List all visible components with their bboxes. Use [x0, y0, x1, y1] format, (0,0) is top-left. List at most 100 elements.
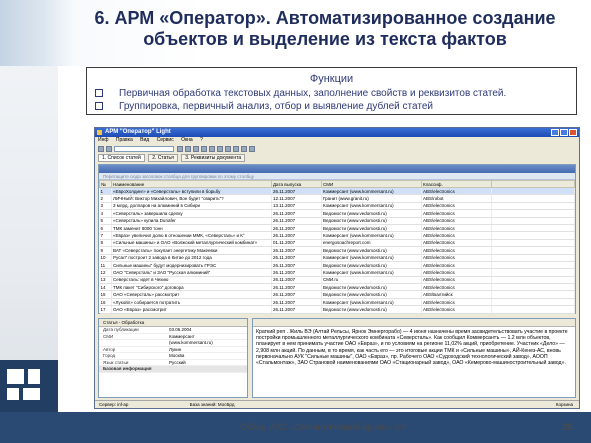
table-row[interactable]: 4 «Северсталь» завершила сделку 26.11.2007… — [99, 209, 575, 218]
toolbar-icon[interactable] — [106, 146, 112, 152]
table-cell: Коммерсант (www.kommersant.ru) — [321, 268, 422, 277]
toolbar-icon[interactable] — [98, 146, 104, 152]
property-value: Москва — [169, 353, 185, 358]
tab-article[interactable]: 2. Статья — [148, 154, 178, 162]
table-row[interactable]: 7 «Евраз» увеличил долю в отношении ММК, … — [99, 231, 575, 240]
table-cell: ABS\electronics — [421, 202, 492, 211]
article-text[interactable]: Краткий реп . Жиль ВЭ (Алтай Рельсы, Ярн… — [253, 327, 575, 368]
table-cell: 16 — [99, 298, 112, 307]
table-cell: ABS\electronics — [421, 224, 492, 233]
menu-item[interactable]: Правка — [116, 137, 133, 143]
table-cell: 26.11.2007 — [271, 261, 322, 270]
toolbar-icon[interactable] — [241, 146, 247, 152]
table-cell: «Северсталь» купила Dunafer — [111, 217, 272, 225]
logo-icon — [7, 369, 47, 407]
toolbar-icon[interactable] — [177, 146, 183, 152]
table-cell: «Лукойл» собирается потратить — [111, 298, 272, 307]
toolbar-icon[interactable] — [185, 146, 191, 152]
maximize-button[interactable] — [560, 129, 568, 136]
menu-item[interactable]: Окна — [181, 137, 193, 143]
toolbar — [95, 144, 579, 154]
col-header[interactable]: Дата выпуска — [271, 180, 322, 188]
menu-item[interactable]: Инф — [98, 137, 108, 143]
tab-article-list[interactable]: 1. Список статей — [98, 154, 145, 162]
table-cell: ABS\electronics — [421, 298, 492, 307]
table-cell: 10 — [99, 254, 112, 262]
table-cell: 26.11.2007 — [271, 187, 322, 196]
status-bar: Сервер: inf-ap База знаний: МосБрд Корзи… — [95, 400, 579, 408]
col-header[interactable]: Классиф. — [421, 180, 492, 188]
table-row[interactable]: 11 Сильные машины" будут модернизировать … — [99, 261, 575, 270]
table-row[interactable]: 10 Русал" построит 2 завода в Китае до 20… — [99, 254, 575, 262]
table-cell: Коммерсант (www.kommersant.ru) — [321, 187, 422, 196]
group-panel[interactable]: Перетащите сюда заголовок столбца для гр… — [99, 173, 575, 180]
table-cell: ОАО «Евраз» рассмотрит — [111, 305, 272, 314]
table-cell: Ведомости (www.vedomosti.ru) — [321, 246, 422, 255]
properties-toolbar: Статья - Обработка — [99, 319, 247, 327]
table-row[interactable]: 6 ТМК заменит 8000 тонн 26.11.2007 Ведомост… — [99, 224, 575, 233]
table-row[interactable]: 2 ЛИЧНЫЙ: Виктор Михайлович, Вон будет "с… — [99, 194, 575, 203]
col-header[interactable]: № — [99, 180, 112, 188]
table-cell: 26.11.2007 — [271, 231, 322, 240]
table-cell: ABS\electronics — [421, 283, 492, 292]
table-row[interactable]: 16 «Лукойл» собирается потратить 26.11.200… — [99, 298, 575, 307]
table-row[interactable]: 14 ТМК пакет "Сибирского" договора 26.11.2… — [99, 283, 575, 292]
property-section[interactable]: Базовая информация — [99, 366, 247, 373]
table-cell: 3 — [99, 202, 112, 211]
table-cell: 26.11.2007 — [271, 305, 322, 314]
table-cell: ABS\electronics — [421, 187, 492, 196]
col-header[interactable]: СМИ — [321, 180, 422, 188]
table-row[interactable]: 33 млрд. долларов на алюминий в Сибири 13… — [99, 202, 575, 211]
col-header[interactable]: Наименование — [111, 180, 272, 188]
menu-item[interactable]: ? — [200, 137, 203, 143]
table-cell: ABS\electronics — [421, 305, 492, 314]
table-cell: Ведомости (www.vedomosti.ru) — [321, 209, 422, 218]
table-row[interactable]: 9 ВАТ «Северсталь» покупает энергетику Ма… — [99, 246, 575, 255]
table-row[interactable]: 15 ОАО «Северсталь» рассмотрит 26.11.2007 В… — [99, 290, 575, 299]
table-cell: Ведомости (www.vedomosti.ru) — [321, 217, 422, 225]
toolbar-icon[interactable] — [233, 146, 239, 152]
toolbar-icon[interactable] — [249, 146, 255, 152]
table-row[interactable]: 5 «Северсталь» купила Dunafer 26.11.2007 Ве… — [99, 217, 575, 225]
table-cell: 26.11.2007 — [271, 254, 322, 262]
table-cell: ТМК заменит 8000 тонн — [111, 224, 272, 233]
toolbar-icon[interactable] — [209, 146, 215, 152]
property-value: Русский — [169, 359, 186, 365]
slide-title: 6. АРМ «Оператор». Автоматизированное со… — [94, 8, 556, 49]
table-cell: ABS\electronics — [421, 209, 492, 218]
article-table: № Наименование Дата выпуска СМИ Классиф.… — [99, 180, 575, 314]
menu-item[interactable]: Вид — [140, 137, 149, 143]
checkbox-icon — [95, 102, 103, 110]
table-row[interactable]: 8 «Сильные машины» и ОАО «Волжский металл… — [99, 239, 575, 248]
table-cell: Ведомости (www.vedomosti.ru) — [321, 224, 422, 233]
toolbar-icon[interactable] — [201, 146, 207, 152]
table-row[interactable]: 13 Северсталь: идет в Чехию 26.11.2007 СМИ.… — [99, 276, 575, 285]
minimize-button[interactable] — [551, 129, 559, 136]
table-cell: 12.11.2007 — [271, 194, 322, 203]
table-row[interactable]: 1 «ЕвроХолдинг» и «Северсталь» вступили в… — [99, 187, 575, 196]
table-cell: ABS\electronics — [421, 261, 492, 270]
table-cell: ТМК пакет "Сибирского" договора — [111, 283, 272, 292]
type-dropdown[interactable] — [114, 146, 174, 152]
table-row[interactable]: 12 ОАО "Северсталь" и ЗАО "Русская алюмин… — [99, 268, 575, 277]
article-text-panel: Краткий реп . Жиль ВЭ (Алтай Рельсы, Ярн… — [252, 318, 576, 398]
menu-item[interactable]: Сервис — [157, 137, 174, 143]
app-window: АРМ "Оператор" Light Инф Правка Вид Серв… — [94, 127, 580, 409]
tab-document-props[interactable]: 3. Реквизиты документа — [181, 154, 246, 162]
toolbar-icon[interactable] — [225, 146, 231, 152]
table-cell: ЛИЧНЫЙ: Виктор Михайлович, Вон будет "св… — [111, 194, 272, 203]
table-cell: «ЕвроХолдинг» и «Северсталь» вступили в … — [111, 187, 272, 196]
table-cell: ABS\electronics — [421, 217, 492, 225]
property-key — [99, 340, 169, 346]
table-cell: 13.11.2007 — [271, 202, 322, 211]
article-list-pane: Перетащите сюда заголовок столбца для гр… — [98, 164, 576, 314]
toolbar-icon[interactable] — [193, 146, 199, 152]
table-cell: СМИ.ru — [321, 276, 422, 285]
close-button[interactable] — [569, 129, 577, 136]
toolbar-icon[interactable] — [217, 146, 223, 152]
table-cell: 14 — [99, 283, 112, 292]
table-row[interactable]: 17 ОАО «Евраз» рассмотрит 26.11.2007 Ведомо… — [99, 305, 575, 314]
table-cell: 26.11.2007 — [271, 290, 322, 299]
app-icon — [97, 130, 102, 135]
table-cell: «Сильные машины» и ОАО «Волжский металлу… — [111, 239, 272, 248]
